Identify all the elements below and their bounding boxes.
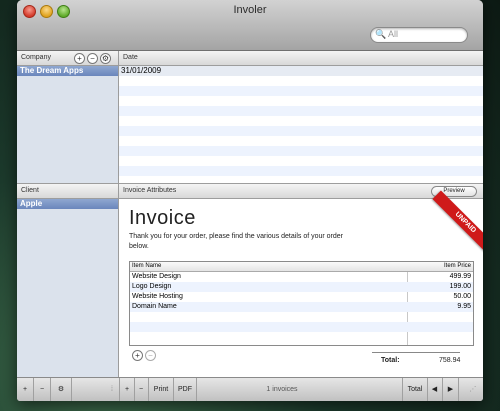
column-header-item-name[interactable]: Item Name bbox=[132, 262, 161, 271]
date-row[interactable]: 31/01/2009 bbox=[119, 66, 483, 76]
table-row[interactable]: Domain Name 9.95 bbox=[130, 302, 473, 312]
company-header: Company + − ⚙ bbox=[17, 51, 118, 66]
pdf-button[interactable]: PDF bbox=[174, 378, 197, 401]
date-row-empty bbox=[119, 146, 483, 156]
invoice-items-table: Item Name Item Price Website Design 499.… bbox=[129, 261, 474, 346]
search-placeholder: All bbox=[388, 29, 399, 39]
invoice-title: Invoice bbox=[129, 207, 196, 229]
search-field[interactable]: 🔍 All bbox=[370, 27, 468, 43]
total-divider bbox=[372, 352, 460, 353]
date-row-empty bbox=[119, 126, 483, 136]
app-window: Involer 🔍 All Company + − ⚙ The Dream Ap… bbox=[17, 0, 483, 401]
table-row[interactable]: Website Hosting 50.00 bbox=[130, 292, 473, 302]
company-list-item[interactable]: The Dream Apps bbox=[17, 66, 118, 76]
remove-item-button[interactable]: − bbox=[145, 350, 156, 361]
client-settings-button[interactable]: ⚙ bbox=[51, 378, 72, 401]
print-button[interactable]: Print bbox=[149, 378, 174, 401]
table-row-empty bbox=[130, 332, 473, 342]
sidebar: Company + − ⚙ The Dream Apps Client Appl… bbox=[17, 51, 119, 377]
previous-invoice-button[interactable]: ◀ bbox=[427, 378, 443, 401]
invoice-attributes-header: Invoice Attributes Preview bbox=[119, 183, 483, 199]
invoice-description[interactable]: Thank you for your order, please find th… bbox=[129, 232, 349, 252]
client-list-item[interactable]: Apple bbox=[17, 199, 118, 209]
total-label: Total: bbox=[381, 357, 400, 364]
invoice-count-label: 1 invoices bbox=[266, 386, 298, 393]
search-icon: 🔍 bbox=[375, 29, 387, 39]
bottom-toolbar: + − ⚙ ⁞ + − Print PDF 1 invoices Total ◀… bbox=[17, 377, 483, 401]
remove-client-button[interactable]: − bbox=[34, 378, 51, 401]
date-row-empty bbox=[119, 86, 483, 96]
company-settings-button[interactable]: ⚙ bbox=[100, 53, 111, 64]
add-client-button[interactable]: + bbox=[17, 378, 34, 401]
table-row[interactable]: Website Design 499.99 bbox=[130, 272, 473, 282]
main-content: Date 31/01/2009 Invoice Attributes Previ… bbox=[119, 51, 483, 377]
table-header: Item Name Item Price bbox=[130, 262, 473, 272]
table-row-empty bbox=[130, 322, 473, 332]
total-value: 758.94 bbox=[439, 357, 461, 364]
add-item-button[interactable]: + bbox=[132, 350, 143, 361]
window-title: Involer bbox=[233, 4, 267, 16]
remove-company-button[interactable]: − bbox=[87, 53, 98, 64]
window-resize-grip-icon[interactable]: ⋰ bbox=[467, 378, 479, 401]
total-button[interactable]: Total bbox=[402, 378, 428, 401]
date-row-empty bbox=[119, 106, 483, 116]
table-row[interactable]: Logo Design 199.00 bbox=[130, 282, 473, 292]
add-invoice-button[interactable]: + bbox=[119, 378, 135, 401]
next-invoice-button[interactable]: ▶ bbox=[443, 378, 459, 401]
remove-invoice-button[interactable]: − bbox=[134, 378, 149, 401]
resize-handle-icon[interactable]: ⁞ bbox=[107, 378, 117, 401]
add-company-button[interactable]: + bbox=[74, 53, 85, 64]
date-header: Date bbox=[119, 51, 483, 66]
status-ribbon: UNPAID bbox=[432, 190, 483, 256]
titlebar: Involer 🔍 All bbox=[17, 0, 483, 51]
column-header-item-price[interactable]: Item Price bbox=[444, 262, 471, 271]
table-row-empty bbox=[130, 312, 473, 322]
client-header: Client bbox=[17, 183, 118, 199]
date-row-empty bbox=[119, 166, 483, 176]
